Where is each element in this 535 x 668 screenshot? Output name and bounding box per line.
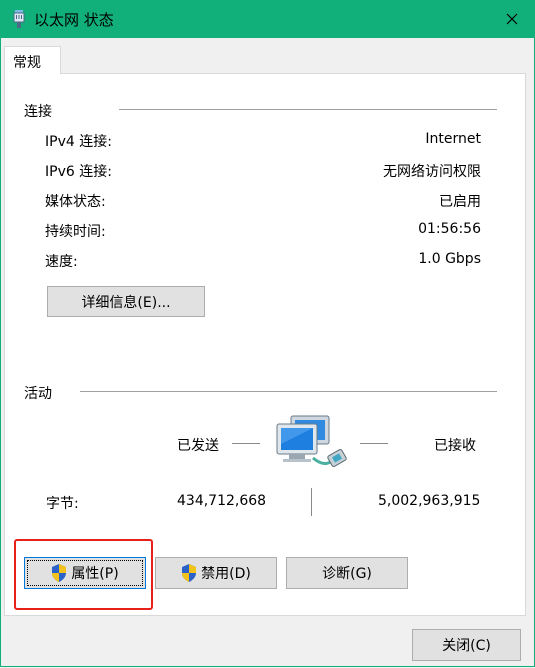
speed-value: 1.0 Gbps <box>418 251 481 267</box>
section-activity-title: 活动 <box>24 386 52 402</box>
diagnose-button-label: 诊断(G) <box>322 566 372 582</box>
highlight-annotation <box>14 539 153 610</box>
window-title: 以太网 状态 <box>34 11 114 29</box>
details-button[interactable]: 详细信息(E)... <box>47 286 205 317</box>
speed-label: 速度: <box>45 254 78 270</box>
tab-general[interactable]: 常规 <box>4 46 61 74</box>
bytes-received-value: 5,002,963,915 <box>378 493 481 509</box>
close-icon <box>506 13 518 25</box>
ipv6-value: 无网络访问权限 <box>383 164 481 180</box>
title-bar[interactable]: 以太网 状态 <box>0 0 535 38</box>
media-state-value: 已启用 <box>439 194 481 210</box>
section-connection-title: 连接 <box>24 104 52 120</box>
ipv4-label: IPv4 连接: <box>45 134 112 150</box>
duration-value: 01:56:56 <box>418 221 481 237</box>
details-button-label: 详细信息(E)... <box>81 294 171 311</box>
close-button[interactable]: 关闭(C) <box>412 629 521 661</box>
bytes-label: 字节: <box>46 496 79 512</box>
ipv4-value: Internet <box>425 131 481 147</box>
received-line <box>360 443 388 444</box>
bytes-separator <box>311 488 312 516</box>
sent-label: 已发送 <box>177 438 219 454</box>
sent-line <box>232 443 260 444</box>
uac-shield-icon <box>182 564 197 582</box>
network-computers-icon <box>276 415 347 467</box>
received-label: 已接收 <box>434 438 476 454</box>
media-state-label: 媒体状态: <box>45 194 106 210</box>
disable-button-label: 禁用(D) <box>201 566 251 582</box>
section-activity-divider <box>80 391 497 392</box>
window-close-button[interactable] <box>489 0 535 38</box>
duration-label: 持续时间: <box>45 224 106 240</box>
close-button-label: 关闭(C) <box>442 638 491 654</box>
diagnose-button[interactable]: 诊断(G) <box>286 557 408 589</box>
disable-button[interactable]: 禁用(D) <box>155 557 277 589</box>
ipv6-label: IPv6 连接: <box>45 164 112 180</box>
ethernet-plug-icon <box>13 10 25 28</box>
tab-panel <box>4 73 526 616</box>
bytes-sent-value: 434,712,668 <box>177 493 267 509</box>
section-connection-divider <box>119 109 497 110</box>
